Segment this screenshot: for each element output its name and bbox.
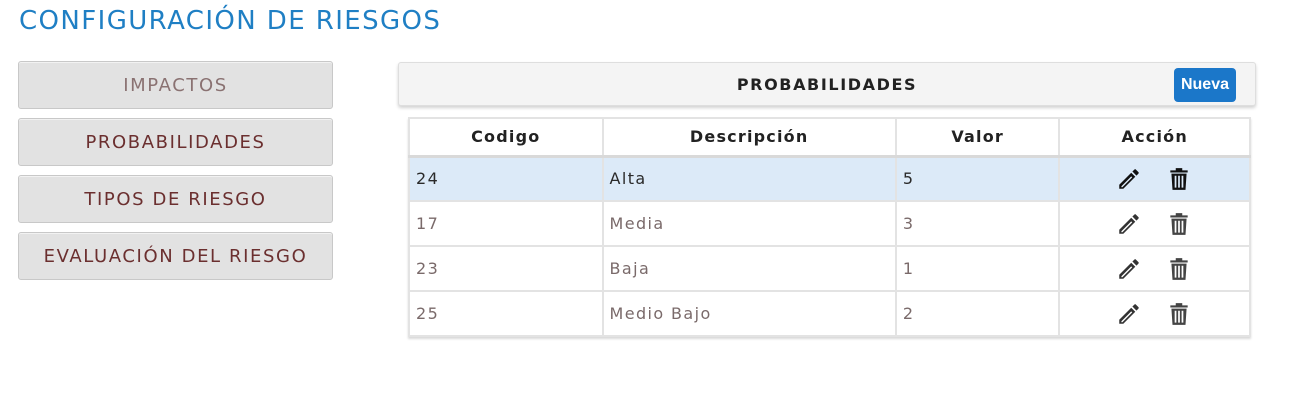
- cell-acciones: [1058, 200, 1251, 247]
- table-row[interactable]: 17 Media 3: [408, 200, 1251, 247]
- pencil-icon[interactable]: [1116, 166, 1142, 192]
- trash-icon[interactable]: [1166, 166, 1192, 192]
- cell-codigo: 25: [408, 290, 604, 337]
- table-row[interactable]: 23 Baja 1: [408, 245, 1251, 292]
- menu-button-tipos-de-riesgo[interactable]: TIPOS DE RIESGO: [18, 175, 333, 223]
- cell-descripcion: Baja: [601, 245, 897, 292]
- cell-descripcion: Alta: [601, 155, 897, 202]
- cell-valor: 5: [894, 155, 1061, 202]
- side-menu: IMPACTOS PROBABILIDADES TIPOS DE RIESGO …: [18, 61, 333, 289]
- pencil-icon[interactable]: [1116, 211, 1142, 237]
- pencil-icon[interactable]: [1116, 301, 1142, 327]
- cell-acciones: [1058, 245, 1251, 292]
- column-header-valor[interactable]: Valor: [894, 117, 1061, 157]
- panel-header: PROBABILIDADES Nueva: [398, 62, 1256, 106]
- probabilidades-panel: PROBABILIDADES Nueva Codigo Descripción …: [398, 62, 1256, 337]
- cell-codigo: 23: [408, 245, 604, 292]
- cell-valor: 2: [894, 290, 1061, 337]
- trash-icon[interactable]: [1166, 211, 1192, 237]
- table-row[interactable]: 25 Medio Bajo 2: [408, 290, 1251, 337]
- cell-descripcion: Medio Bajo: [601, 290, 897, 337]
- cell-codigo: 24: [408, 155, 604, 202]
- table-row[interactable]: 24 Alta 5: [408, 155, 1251, 202]
- table-header-row: Codigo Descripción Valor Acción: [408, 117, 1251, 157]
- trash-icon[interactable]: [1166, 256, 1192, 282]
- cell-acciones: [1058, 290, 1251, 337]
- cell-acciones: [1058, 155, 1251, 202]
- probabilidades-table: Codigo Descripción Valor Acción 24 Alta …: [408, 117, 1251, 337]
- nueva-button[interactable]: Nueva: [1173, 68, 1236, 102]
- cell-valor: 3: [894, 200, 1061, 247]
- column-header-accion: Acción: [1058, 117, 1251, 157]
- menu-button-probabilidades[interactable]: PROBABILIDADES: [18, 118, 333, 166]
- menu-button-evaluacion-del-riesgo[interactable]: EVALUACIÓN DEL RIESGO: [18, 232, 333, 280]
- page-title: CONFIGURACIÓN DE RIESGOS: [19, 6, 442, 36]
- menu-button-impactos[interactable]: IMPACTOS: [18, 61, 333, 109]
- cell-codigo: 17: [408, 200, 604, 247]
- cell-descripcion: Media: [601, 200, 897, 247]
- cell-valor: 1: [894, 245, 1061, 292]
- column-header-codigo[interactable]: Codigo: [408, 117, 604, 157]
- trash-icon[interactable]: [1166, 301, 1192, 327]
- panel-title: PROBABILIDADES: [736, 74, 918, 94]
- pencil-icon[interactable]: [1116, 256, 1142, 282]
- column-header-descripcion[interactable]: Descripción: [601, 117, 897, 157]
